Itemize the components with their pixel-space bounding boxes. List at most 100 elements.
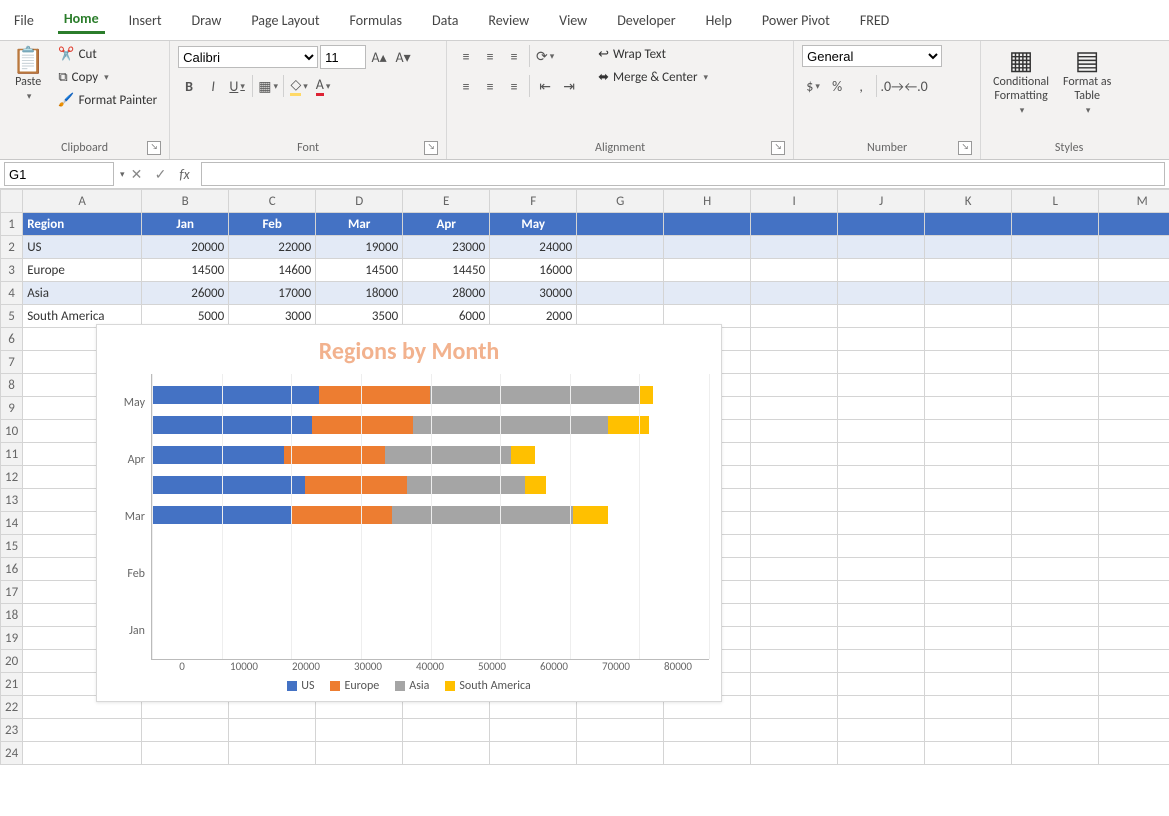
cell[interactable]: 17000: [229, 282, 316, 305]
cell[interactable]: [1012, 581, 1099, 604]
cell[interactable]: [1099, 213, 1169, 236]
cell[interactable]: [838, 374, 925, 397]
row-header[interactable]: 24: [1, 742, 23, 765]
cell[interactable]: 22000: [229, 236, 316, 259]
cell[interactable]: [838, 650, 925, 673]
row-header[interactable]: 21: [1, 673, 23, 696]
cell[interactable]: [838, 213, 925, 236]
menu-tab-page-layout[interactable]: Page Layout: [245, 8, 325, 33]
col-header[interactable]: H: [664, 190, 751, 213]
cell[interactable]: [925, 604, 1012, 627]
menu-tab-help[interactable]: Help: [700, 8, 738, 33]
cell[interactable]: [1099, 535, 1169, 558]
cell[interactable]: [490, 719, 577, 742]
row-header[interactable]: 17: [1, 581, 23, 604]
cell[interactable]: [838, 443, 925, 466]
cell[interactable]: [838, 466, 925, 489]
cell[interactable]: [1099, 558, 1169, 581]
cancel-icon[interactable]: ✕: [125, 166, 149, 183]
cell[interactable]: [925, 374, 1012, 397]
row-header[interactable]: 14: [1, 512, 23, 535]
row-header[interactable]: 6: [1, 328, 23, 351]
percent-icon[interactable]: %: [826, 75, 848, 97]
menu-tab-draw[interactable]: Draw: [186, 8, 228, 33]
cell[interactable]: [925, 742, 1012, 765]
cell[interactable]: [664, 213, 751, 236]
cell[interactable]: [838, 742, 925, 765]
cell[interactable]: 18000: [316, 282, 403, 305]
cell[interactable]: [1099, 236, 1169, 259]
cell[interactable]: [1012, 673, 1099, 696]
cell[interactable]: [1099, 374, 1169, 397]
menu-tab-file[interactable]: File: [8, 8, 40, 33]
fx-icon[interactable]: fx: [173, 166, 197, 183]
cell[interactable]: [838, 489, 925, 512]
cell[interactable]: Jan: [142, 213, 229, 236]
cell[interactable]: [577, 259, 664, 282]
merge-center-button[interactable]: ⬌Merge & Center▾: [594, 68, 712, 87]
cell[interactable]: [925, 305, 1012, 328]
cell[interactable]: [751, 466, 838, 489]
format-as-table-button[interactable]: ▤Format as Table▾: [1059, 45, 1115, 118]
cell[interactable]: [838, 397, 925, 420]
cell[interactable]: [751, 420, 838, 443]
align-top-icon[interactable]: ≡: [455, 45, 477, 67]
comma-icon[interactable]: ,: [850, 75, 872, 97]
cell[interactable]: [1099, 604, 1169, 627]
cell[interactable]: [751, 328, 838, 351]
cell[interactable]: [1099, 305, 1169, 328]
col-header[interactable]: C: [229, 190, 316, 213]
cell[interactable]: [1012, 719, 1099, 742]
row-header[interactable]: 19: [1, 627, 23, 650]
row-header[interactable]: 18: [1, 604, 23, 627]
menu-tab-review[interactable]: Review: [482, 8, 535, 33]
formula-input[interactable]: [201, 162, 1165, 186]
conditional-formatting-button[interactable]: ▦Conditional Formatting▾: [989, 45, 1053, 118]
cell[interactable]: [925, 719, 1012, 742]
row-header[interactable]: 2: [1, 236, 23, 259]
cell[interactable]: 19000: [316, 236, 403, 259]
paste-button[interactable]: 📋 Paste ▾: [8, 45, 48, 104]
menu-tab-view[interactable]: View: [553, 8, 593, 33]
cell[interactable]: [838, 512, 925, 535]
row-header[interactable]: 10: [1, 420, 23, 443]
cell[interactable]: Region: [23, 213, 142, 236]
row-header[interactable]: 23: [1, 719, 23, 742]
chart[interactable]: Regions by Month MayAprMarFebJan 0100002…: [96, 324, 722, 702]
cell[interactable]: [1012, 696, 1099, 719]
cell[interactable]: [751, 627, 838, 650]
cell[interactable]: [1012, 236, 1099, 259]
name-box[interactable]: [4, 162, 114, 186]
cell[interactable]: [229, 742, 316, 765]
cell[interactable]: [838, 328, 925, 351]
cell[interactable]: [925, 696, 1012, 719]
col-header[interactable]: G: [577, 190, 664, 213]
cell[interactable]: [1099, 627, 1169, 650]
row-header[interactable]: 3: [1, 259, 23, 282]
cell[interactable]: [751, 351, 838, 374]
increase-indent-icon[interactable]: ⇥: [558, 75, 580, 97]
cell[interactable]: [1012, 604, 1099, 627]
currency-icon[interactable]: $▾: [802, 75, 824, 97]
cell[interactable]: [1099, 351, 1169, 374]
select-all[interactable]: [1, 190, 23, 213]
cell[interactable]: [664, 236, 751, 259]
decrease-decimal-icon[interactable]: ←.0: [905, 75, 927, 97]
cut-button[interactable]: ✂️Cut: [54, 45, 161, 64]
col-header[interactable]: F: [490, 190, 577, 213]
cell[interactable]: 28000: [403, 282, 490, 305]
row-header[interactable]: 8: [1, 374, 23, 397]
align-bottom-icon[interactable]: ≡: [503, 45, 525, 67]
cell[interactable]: [925, 558, 1012, 581]
row-header[interactable]: 7: [1, 351, 23, 374]
cell[interactable]: [1099, 420, 1169, 443]
number-format-select[interactable]: General: [802, 45, 942, 67]
cell[interactable]: 14500: [316, 259, 403, 282]
cell[interactable]: [751, 581, 838, 604]
cell[interactable]: [577, 742, 664, 765]
col-header[interactable]: K: [925, 190, 1012, 213]
cell[interactable]: [838, 420, 925, 443]
cell[interactable]: [490, 742, 577, 765]
enter-icon[interactable]: ✓: [149, 166, 173, 183]
cell[interactable]: [925, 443, 1012, 466]
